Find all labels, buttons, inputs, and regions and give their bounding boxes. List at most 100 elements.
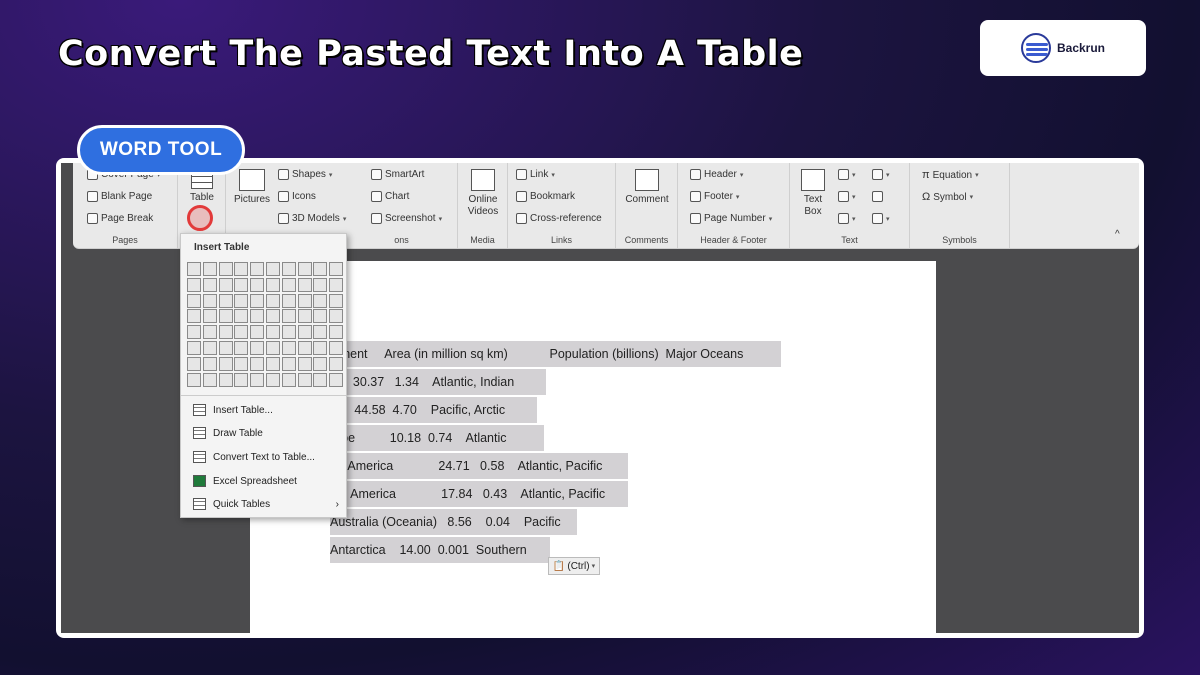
wordart-button[interactable]: ▾ <box>838 191 856 202</box>
table-grid-cell[interactable] <box>250 340 265 355</box>
convert-text-to-table-menu-item[interactable]: Convert Text to Table... <box>193 451 343 463</box>
table-row[interactable]: uth America 17.84 0.43 Atlantic, Pacific <box>330 481 628 507</box>
table-row[interactable]: Antarctica 14.00 0.001 Southern <box>330 537 550 563</box>
table-grid-cell[interactable] <box>187 356 201 371</box>
table-grid-cell[interactable] <box>234 277 249 292</box>
table-grid-cell[interactable] <box>202 356 217 371</box>
table-grid-cell[interactable] <box>250 277 265 292</box>
table-grid-cell[interactable] <box>265 372 280 387</box>
table-grid-cell[interactable] <box>202 309 217 324</box>
table-grid-cell[interactable] <box>218 293 233 308</box>
table-grid-cell[interactable] <box>187 325 201 340</box>
table-grid-cell[interactable] <box>218 262 233 276</box>
table-grid-cell[interactable] <box>187 262 201 276</box>
table-grid-cell[interactable] <box>218 372 233 387</box>
table-grid-cell[interactable] <box>281 277 296 292</box>
table-grid-cell[interactable] <box>313 372 328 387</box>
table-grid-cell[interactable] <box>265 262 280 276</box>
text-box-button[interactable]: Text Box <box>798 169 828 218</box>
excel-spreadsheet-menu-item[interactable]: Excel Spreadsheet <box>193 475 343 487</box>
date-time-button[interactable] <box>872 191 883 202</box>
table-grid-cell[interactable] <box>202 372 217 387</box>
table-grid-cell[interactable] <box>313 277 328 292</box>
shapes-button[interactable]: Shapes ▾ <box>278 169 332 180</box>
chart-button[interactable]: Chart <box>371 191 409 202</box>
drop-cap-button[interactable]: ▾ <box>838 213 856 224</box>
table-grid-cell[interactable] <box>202 325 217 340</box>
table-grid-cell[interactable] <box>250 372 265 387</box>
table-grid-cell[interactable] <box>234 325 249 340</box>
table-grid-cell[interactable] <box>281 356 296 371</box>
table-grid-cell[interactable] <box>329 309 344 324</box>
table-grid-cell[interactable] <box>250 293 265 308</box>
table-size-grid[interactable] <box>187 262 344 387</box>
table-grid-cell[interactable] <box>329 372 344 387</box>
table-grid-cell[interactable] <box>187 293 201 308</box>
table-grid-cell[interactable] <box>187 372 201 387</box>
footer-button[interactable]: Footer ▾ <box>690 191 739 202</box>
table-grid-cell[interactable] <box>313 340 328 355</box>
table-grid-cell[interactable] <box>297 340 312 355</box>
table-grid-cell[interactable] <box>329 325 344 340</box>
smartart-button[interactable]: SmartArt <box>371 169 424 180</box>
pictures-button[interactable]: Pictures <box>232 169 272 206</box>
table-grid-cell[interactable] <box>329 356 344 371</box>
link-button[interactable]: Link ▾ <box>516 169 555 180</box>
table-grid-cell[interactable] <box>234 372 249 387</box>
table-grid-cell[interactable] <box>297 372 312 387</box>
table-grid-cell[interactable] <box>265 356 280 371</box>
bookmark-button[interactable]: Bookmark <box>516 191 575 202</box>
table-grid-cell[interactable] <box>234 309 249 324</box>
table-row[interactable]: ica 30.37 1.34 Atlantic, Indian <box>330 369 546 395</box>
table-grid-cell[interactable] <box>202 340 217 355</box>
table-grid-cell[interactable] <box>281 309 296 324</box>
table-grid-cell[interactable] <box>313 293 328 308</box>
table-grid-cell[interactable] <box>313 262 328 276</box>
table-grid-cell[interactable] <box>297 277 312 292</box>
table-grid-cell[interactable] <box>313 356 328 371</box>
table-row[interactable]: Australia (Oceania) 8.56 0.04 Pacific <box>330 509 577 535</box>
table-grid-cell[interactable] <box>218 325 233 340</box>
table-grid-cell[interactable] <box>250 356 265 371</box>
signature-line-button[interactable]: ▾ <box>872 169 890 180</box>
table-grid-cell[interactable] <box>234 293 249 308</box>
table-grid-cell[interactable] <box>313 325 328 340</box>
table-grid-cell[interactable] <box>187 340 201 355</box>
table-grid-cell[interactable] <box>187 277 201 292</box>
table-grid-cell[interactable] <box>265 325 280 340</box>
table-grid-cell[interactable] <box>265 309 280 324</box>
table-row[interactable]: a 44.58 4.70 Pacific, Arctic <box>330 397 537 423</box>
page-break-button[interactable]: Page Break <box>87 213 153 224</box>
object-button[interactable]: ▾ <box>872 213 890 224</box>
3d-models-button[interactable]: 3D Models ▾ <box>278 213 346 224</box>
table-grid-cell[interactable] <box>250 325 265 340</box>
table-grid-cell[interactable] <box>313 309 328 324</box>
header-button[interactable]: Header ▾ <box>690 169 743 180</box>
table-grid-cell[interactable] <box>202 262 217 276</box>
insert-table-menu-item[interactable]: Insert Table... <box>193 404 343 416</box>
table-grid-cell[interactable] <box>329 262 344 276</box>
table-grid-cell[interactable] <box>297 356 312 371</box>
online-videos-button[interactable]: Online Videos <box>461 169 505 218</box>
quick-parts-button[interactable]: ▾ <box>838 169 856 180</box>
collapse-ribbon-icon[interactable]: ^ <box>1115 229 1120 240</box>
paste-options-button[interactable]: 📋 (Ctrl) ▾ <box>548 557 600 575</box>
table-grid-cell[interactable] <box>218 340 233 355</box>
quick-tables-menu-item[interactable]: Quick Tables › <box>193 498 343 510</box>
screenshot-button[interactable]: Screenshot ▾ <box>371 213 442 224</box>
table-grid-cell[interactable] <box>234 356 249 371</box>
icons-button[interactable]: Icons <box>278 191 316 202</box>
table-grid-cell[interactable] <box>281 262 296 276</box>
page-number-button[interactable]: Page Number ▾ <box>690 213 772 224</box>
table-grid-cell[interactable] <box>202 293 217 308</box>
table-grid-cell[interactable] <box>250 262 265 276</box>
table-grid-cell[interactable] <box>329 340 344 355</box>
comment-button[interactable]: Comment <box>620 169 674 206</box>
symbol-button[interactable]: Ω Symbol ▾ <box>922 191 973 203</box>
draw-table-menu-item[interactable]: Draw Table <box>193 427 343 439</box>
table-grid-cell[interactable] <box>187 309 201 324</box>
table-grid-cell[interactable] <box>234 340 249 355</box>
table-grid-cell[interactable] <box>329 293 344 308</box>
table-grid-cell[interactable] <box>218 277 233 292</box>
table-grid-cell[interactable] <box>329 277 344 292</box>
